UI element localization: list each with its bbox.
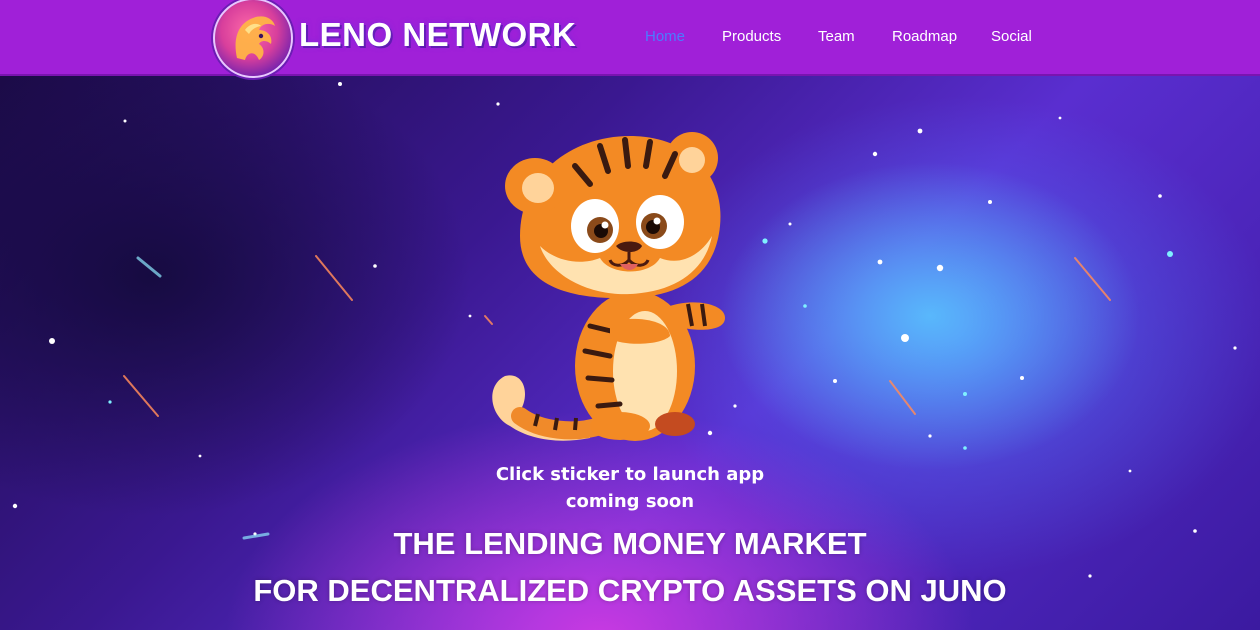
nav-team[interactable]: Team [818, 28, 855, 45]
hero-headline-line-2: FOR DECENTRALIZED CRYPTO ASSETS ON JUNO [253, 573, 1007, 608]
nav-social[interactable]: Social [991, 28, 1032, 45]
hero-headline-line-1: THE LENDING MONEY MARKET [393, 526, 867, 561]
tiger-sticker[interactable] [480, 126, 740, 446]
page: LENO NETWORK Home Products Team Roadmap … [0, 0, 1260, 630]
nav-home[interactable]: Home [645, 28, 685, 45]
launch-app-text: Click sticker to launch app [495, 464, 765, 485]
site-header: LENO NETWORK Home Products Team Roadmap … [0, 0, 1260, 78]
nav-roadmap[interactable]: Roadmap [892, 28, 957, 45]
lion-logo-icon[interactable] [213, 0, 293, 78]
nav-products[interactable]: Products [722, 28, 781, 45]
hero-section: Click sticker to launch app coming soon … [0, 76, 1260, 630]
brand-name[interactable]: LENO NETWORK [299, 16, 576, 54]
coming-soon-text: coming soon [565, 491, 695, 512]
